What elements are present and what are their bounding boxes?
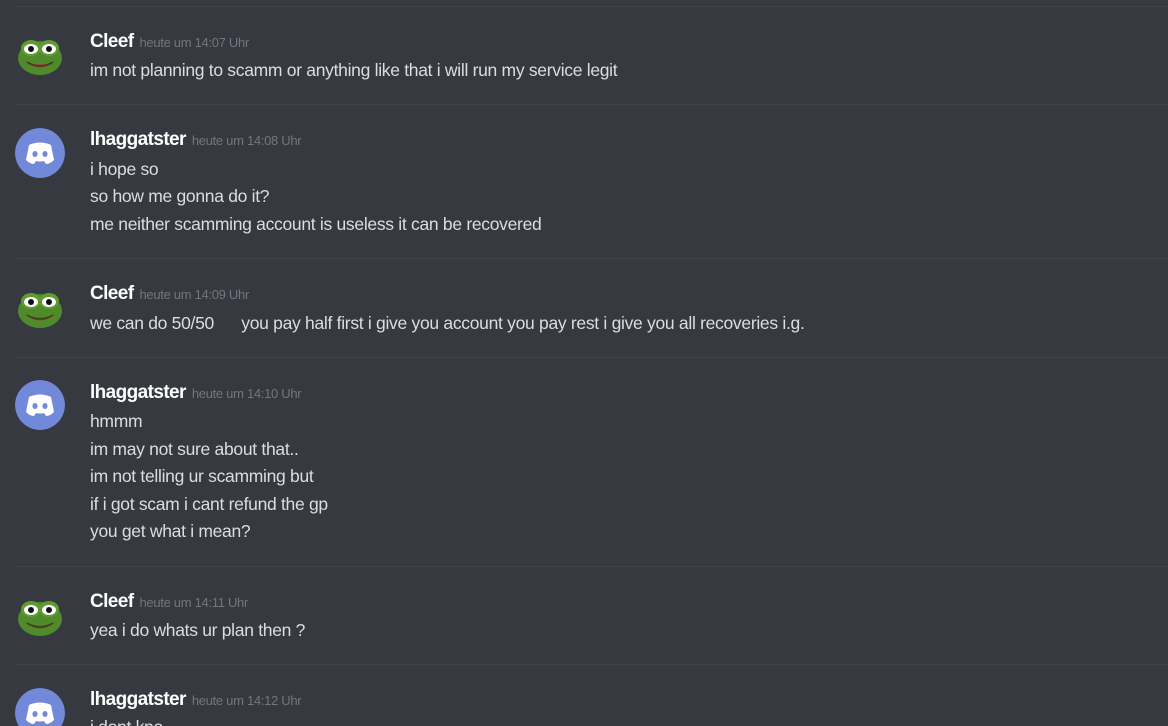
avatar[interactable] [15,283,65,333]
pepe-frog-icon [15,30,65,80]
group-divider [15,357,1168,358]
group-divider [15,258,1168,259]
timestamp: heute um 14:12 Uhr [191,693,302,708]
username[interactable]: lhaggatster [90,382,186,403]
timestamp: heute um 14:07 Uhr [139,35,249,50]
pepe-frog-icon [15,591,65,641]
message-line: hmmm [90,411,143,431]
group-divider [15,104,1168,105]
message-line: me neither scamming account is useless i… [90,214,542,234]
username[interactable]: Cleef [90,591,134,612]
group-divider [15,566,1168,567]
avatar[interactable] [15,380,65,430]
timestamp: heute um 14:09 Uhr [139,287,249,302]
top-divider [15,6,1168,7]
avatar[interactable] [15,688,65,726]
timestamp: heute um 14:10 Uhr [191,386,302,401]
timestamp: heute um 14:08 Uhr [191,133,302,148]
message-line: im not telling ur scamming but [90,466,314,486]
message-line: if i got scam i cant refund the gp [90,494,328,514]
avatar[interactable] [15,128,65,178]
message-line: you get what i mean? [90,521,251,541]
message-line: i hope so [90,159,159,179]
pepe-frog-icon [15,283,65,333]
discord-default-icon [15,688,65,726]
username[interactable]: Cleef [90,31,134,52]
message-line: i dont kno [90,716,163,726]
username[interactable]: lhaggatster [90,689,186,710]
avatar[interactable] [15,591,65,641]
message-line: im not planning to scamm or anything lik… [90,60,618,80]
message-line: yea i do whats ur plan then ? [90,620,306,640]
username[interactable]: Cleef [90,283,134,304]
timestamp: heute um 14:11 Uhr [139,595,249,610]
discord-default-icon [15,128,65,178]
message-line: we can do 50/50 you pay half first i giv… [90,313,805,333]
message-line: so how me gonna do it? [90,186,270,206]
group-divider [15,664,1168,665]
discord-default-icon [15,380,65,430]
avatar[interactable] [15,30,65,80]
message-line: im may not sure about that.. [90,439,299,459]
username[interactable]: lhaggatster [90,129,186,150]
